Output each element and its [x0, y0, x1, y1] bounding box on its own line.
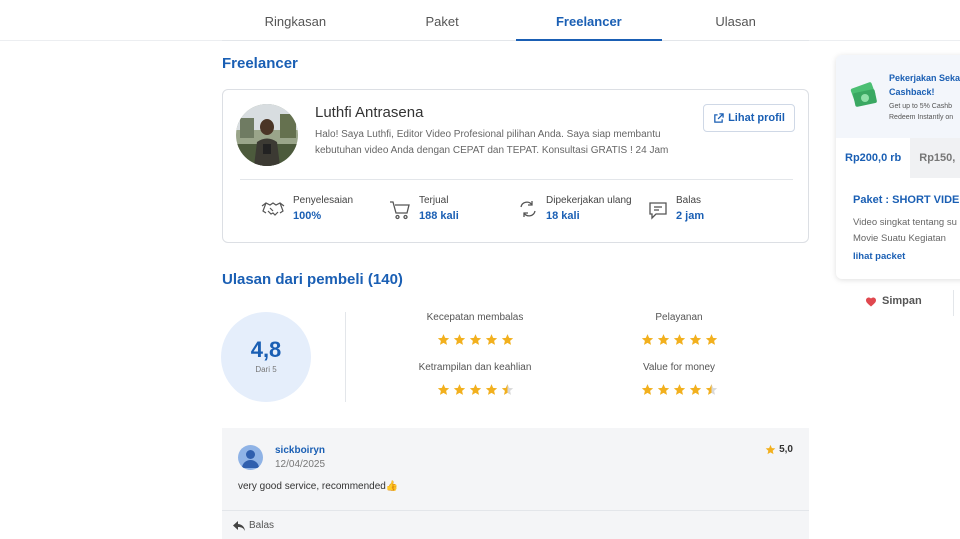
price-tabs: Rp200,0 rb Rp150,: [836, 138, 960, 178]
star-icon: [437, 334, 449, 345]
tab-ulasan[interactable]: Ulasan: [662, 0, 809, 40]
star-icon: [469, 384, 481, 395]
package-description: Video singkat tentang su Movie Suatu Keg…: [853, 215, 957, 247]
heart-icon: [866, 297, 876, 306]
star-icon: [673, 334, 685, 345]
section-tabs: Ringkasan Paket Freelancer Ulasan: [222, 0, 809, 41]
review-date: 12/04/2025: [275, 459, 326, 470]
save-button[interactable]: Simpan: [865, 295, 922, 307]
cart-icon: [390, 201, 410, 220]
stat-sold-value: 188 kali: [419, 210, 459, 222]
review-divider: [222, 510, 809, 511]
star-icon: [437, 384, 449, 395]
rating-label: Value for money: [642, 362, 716, 373]
rating-value-for-money: Value for money: [599, 362, 759, 396]
stat-completion-label: Penyelesaian: [293, 195, 354, 206]
rating-response-speed: Kecepatan membalas: [395, 312, 555, 346]
review-text: very good service, recommended👍: [238, 481, 399, 492]
stat-sold: Terjual 188 kali: [389, 195, 459, 222]
review-card: sickboiryn 12/04/2025 5,0 very good serv…: [222, 428, 809, 539]
star-icon: [485, 334, 497, 345]
reviews-section-title: Ulasan dari pembeli (140): [222, 271, 403, 288]
star-icon: [657, 334, 669, 345]
rating-skill: Ketrampilan dan keahlian: [395, 362, 555, 396]
overall-score-scale: Dari 5: [255, 365, 277, 374]
star-icon: [485, 384, 497, 395]
star-icon: [689, 384, 701, 395]
star-icon: [673, 384, 685, 395]
overall-score-badge: 4,8 Dari 5: [221, 312, 311, 402]
handshake-icon: [261, 202, 285, 216]
stat-sold-label: Terjual: [419, 195, 449, 206]
promo-subtitle-line-1: Get up to 5% Cashb: [889, 103, 953, 110]
package-sidebar: Pekerjakan Seka Cashback! Get up to 5% C…: [836, 55, 960, 279]
overall-score: 4,8: [250, 337, 282, 362]
star-icon: [501, 334, 513, 345]
star-rating: [599, 383, 759, 396]
package-description-line-1: Video singkat tentang su: [853, 217, 957, 228]
package-description-line-2: Movie Suatu Kegiatan: [853, 233, 946, 244]
ratings-divider: [345, 312, 346, 402]
user-icon: [242, 450, 259, 468]
cashback-promo[interactable]: Pekerjakan Seka Cashback! Get up to 5% C…: [836, 55, 960, 138]
freelancer-card: Luthfi Antrasena Halo! Saya Luthfi, Edit…: [222, 89, 809, 243]
stat-completion: Penyelesaian 100%: [261, 195, 353, 222]
reviewer-name[interactable]: sickboiryn: [275, 445, 325, 456]
freelancer-section-title: Freelancer: [222, 55, 298, 72]
rating-label: Pelayanan: [655, 312, 703, 323]
star-icon: [453, 334, 465, 345]
star-icon: [765, 444, 776, 455]
star-rating: [395, 383, 555, 396]
stat-rehired: Dipekerjakan ulang 18 kali: [518, 195, 632, 222]
package-title: Paket : SHORT VIDE: [853, 194, 960, 206]
review-score-value: 5,0: [779, 444, 793, 455]
star-rating: [395, 333, 555, 346]
external-link-icon: [714, 112, 724, 123]
stat-rehired-value: 18 kali: [546, 210, 580, 222]
star-icon: [469, 334, 481, 345]
view-profile-button[interactable]: Lihat profil: [703, 104, 795, 132]
stat-response: Balas 2 jam: [648, 195, 704, 222]
rating-label: Kecepatan membalas: [426, 312, 524, 323]
tab-ringkasan[interactable]: Ringkasan: [222, 0, 369, 40]
stat-response-label: Balas: [676, 195, 702, 206]
review-score: 5,0: [765, 444, 793, 455]
card-divider: [240, 179, 793, 180]
save-label: Simpan: [882, 295, 922, 307]
stat-completion-value: 100%: [293, 210, 322, 222]
star-icon: [705, 334, 717, 345]
stat-rehired-label: Dipekerjakan ulang: [546, 195, 632, 206]
stat-response-value: 2 jam: [676, 210, 705, 222]
freelancer-avatar[interactable]: [236, 104, 298, 166]
sidebar-action-divider: [953, 290, 954, 316]
star-icon: [453, 384, 465, 395]
star-icon: [689, 334, 701, 345]
tab-freelancer[interactable]: Freelancer: [515, 0, 663, 41]
star-icon: [641, 334, 653, 345]
reviewer-avatar: [238, 445, 263, 470]
rating-service: Pelayanan: [599, 312, 759, 346]
star-icon: [705, 384, 717, 395]
star-icon: [501, 384, 513, 395]
rating-label: Ketrampilan dan keahlian: [418, 362, 532, 373]
reply-label: Balas: [249, 520, 275, 531]
reply-icon: [233, 520, 245, 531]
price-tab-1[interactable]: Rp200,0 rb: [836, 138, 911, 178]
chat-icon: [649, 202, 667, 220]
promo-subtitle: Get up to 5% Cashb Redeem Instantly on: [889, 101, 960, 123]
freelancer-description: Halo! Saya Luthfi, Editor Video Profesio…: [315, 129, 669, 156]
freelancer-name[interactable]: Luthfi Antrasena: [315, 104, 423, 121]
view-package-link[interactable]: lihat packet: [853, 251, 905, 262]
promo-subtitle-line-2: Redeem Instantly on: [889, 114, 954, 121]
money-icon: [850, 82, 877, 107]
promo-title: Pekerjakan Seka Cashback!: [889, 73, 960, 97]
star-icon: [641, 384, 653, 395]
tab-paket[interactable]: Paket: [369, 0, 516, 40]
star-rating: [599, 333, 759, 346]
repeat-icon: [520, 201, 536, 217]
view-profile-label: Lihat profil: [728, 112, 785, 124]
star-icon: [657, 384, 669, 395]
price-tab-2[interactable]: Rp150,: [910, 138, 960, 178]
reply-button[interactable]: Balas: [233, 520, 274, 531]
